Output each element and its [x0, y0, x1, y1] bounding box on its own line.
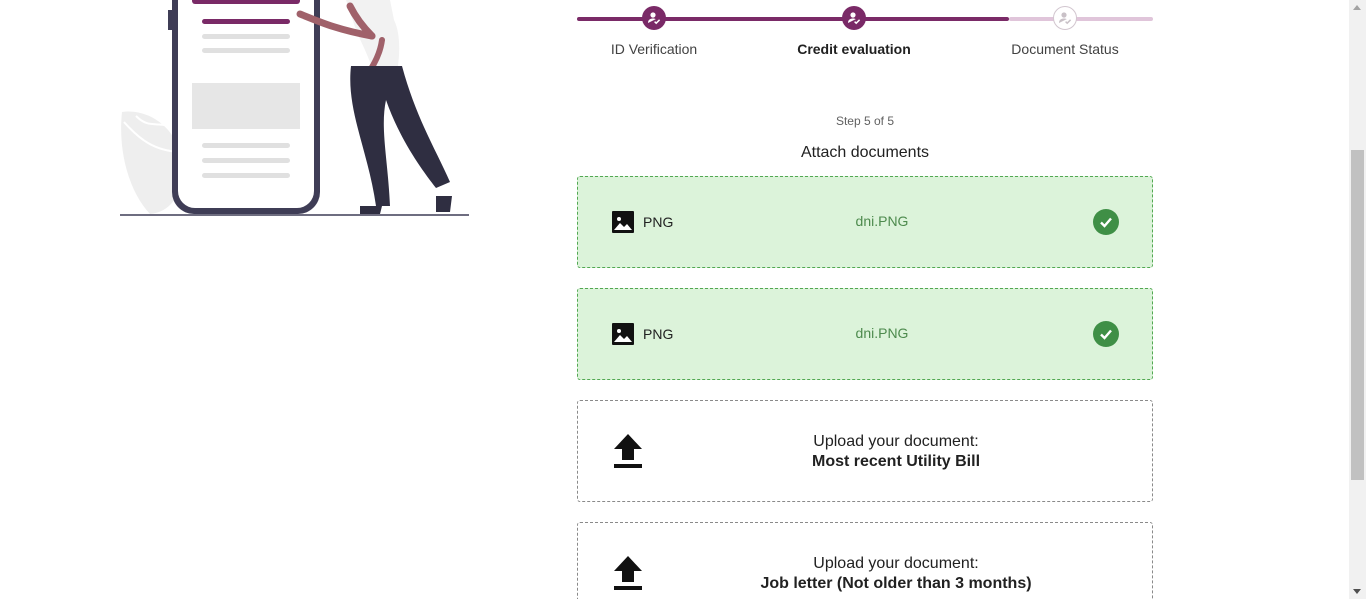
vertical-scrollbar[interactable]	[1349, 0, 1366, 599]
uploaded-file-card[interactable]: PNG dni.PNG	[577, 176, 1153, 268]
stepper-remaining-line	[1009, 17, 1153, 21]
upload-prompt-label: Upload your document:	[813, 433, 979, 450]
upload-prompt: Upload your document: Job letter (Not ol…	[578, 554, 1214, 594]
check-circle-icon	[1093, 321, 1119, 347]
page: ID Verification Credit evaluation Docume…	[0, 0, 1366, 599]
scrollbar-thumb[interactable]	[1351, 150, 1364, 480]
section-title: Attach documents	[800, 144, 930, 161]
scroll-up-arrow-icon[interactable]	[1353, 5, 1361, 10]
upload-job-letter-dropzone[interactable]: Upload your document: Job letter (Not ol…	[577, 522, 1153, 599]
step-counter: Step 5 of 5	[835, 114, 895, 128]
step-document-status-node[interactable]	[1053, 6, 1077, 30]
scroll-down-arrow-icon[interactable]	[1353, 589, 1361, 594]
uploaded-file-card[interactable]: PNG dni.PNG	[577, 288, 1153, 380]
phone-woman-illustration	[120, 0, 469, 216]
user-check-icon	[648, 12, 661, 25]
step-label-id-verification: ID Verification	[610, 41, 698, 57]
check-circle-icon	[1093, 209, 1119, 235]
upload-utility-bill-dropzone[interactable]: Upload your document: Most recent Utilit…	[577, 400, 1153, 502]
step-credit-evaluation-node[interactable]	[842, 6, 866, 30]
upload-document-name: Job letter (Not older than 3 months)	[760, 575, 1032, 592]
step-label-credit-evaluation: Credit evaluation	[797, 41, 911, 57]
step-label-document-status: Document Status	[1011, 41, 1119, 57]
user-check-icon	[848, 12, 861, 25]
user-check-icon	[1059, 12, 1072, 25]
progress-stepper: ID Verification Credit evaluation Docume…	[577, 0, 1153, 70]
upload-prompt-label: Upload your document:	[813, 555, 979, 572]
step-id-verification-node[interactable]	[642, 6, 666, 30]
upload-prompt: Upload your document: Most recent Utilit…	[578, 432, 1214, 472]
upload-document-name: Most recent Utility Bill	[811, 453, 981, 470]
